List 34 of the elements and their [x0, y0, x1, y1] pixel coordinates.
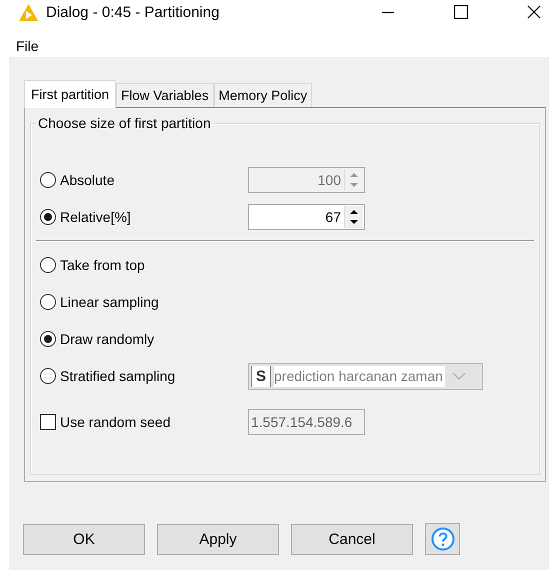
tab[interactable]: Memory Policy [214, 83, 312, 107]
radio-button[interactable] [40, 368, 56, 384]
type-badge: S [251, 366, 272, 386]
close-icon[interactable] [527, 5, 541, 19]
group-title: Choose size of first partition [36, 115, 213, 131]
help-icon [431, 528, 454, 550]
option-label: Take from top [60, 257, 145, 273]
option-label: Draw randomly [60, 331, 154, 347]
dropdown-value: prediction harcanan zaman [274, 366, 445, 386]
option-label: Relative[%] [60, 209, 131, 225]
checkbox-label: Use random seed [60, 414, 171, 430]
column-dropdown[interactable]: S prediction harcanan zaman [248, 362, 483, 390]
dialog-button[interactable]: OK [23, 524, 145, 554]
help-button[interactable] [425, 523, 460, 555]
dialog-button[interactable]: Cancel [291, 524, 413, 554]
option-label: Absolute [60, 172, 114, 188]
radio-button[interactable] [40, 257, 56, 273]
option-label: Stratified sampling [60, 368, 176, 384]
radio-button[interactable] [40, 331, 56, 347]
radio-button[interactable] [40, 172, 56, 188]
spinner-arrows-icon[interactable] [344, 206, 363, 228]
number-spinner[interactable]: 67 [248, 204, 365, 230]
radio-button[interactable] [40, 294, 56, 310]
option-label: Linear sampling [60, 294, 159, 310]
window-title: Dialog - 0:45 - Partitioning [46, 4, 220, 20]
tab[interactable]: Flow Variables [116, 83, 214, 107]
checkbox[interactable] [40, 414, 56, 430]
tab[interactable]: First partition [24, 80, 116, 108]
maximize-icon[interactable] [454, 5, 468, 19]
number-spinner[interactable]: 100 [248, 167, 365, 193]
app-logo-icon [18, 2, 39, 22]
radio-button[interactable] [40, 209, 56, 225]
menu-item[interactable]: File [16, 38, 39, 54]
dialog-button[interactable]: Apply [157, 524, 279, 554]
